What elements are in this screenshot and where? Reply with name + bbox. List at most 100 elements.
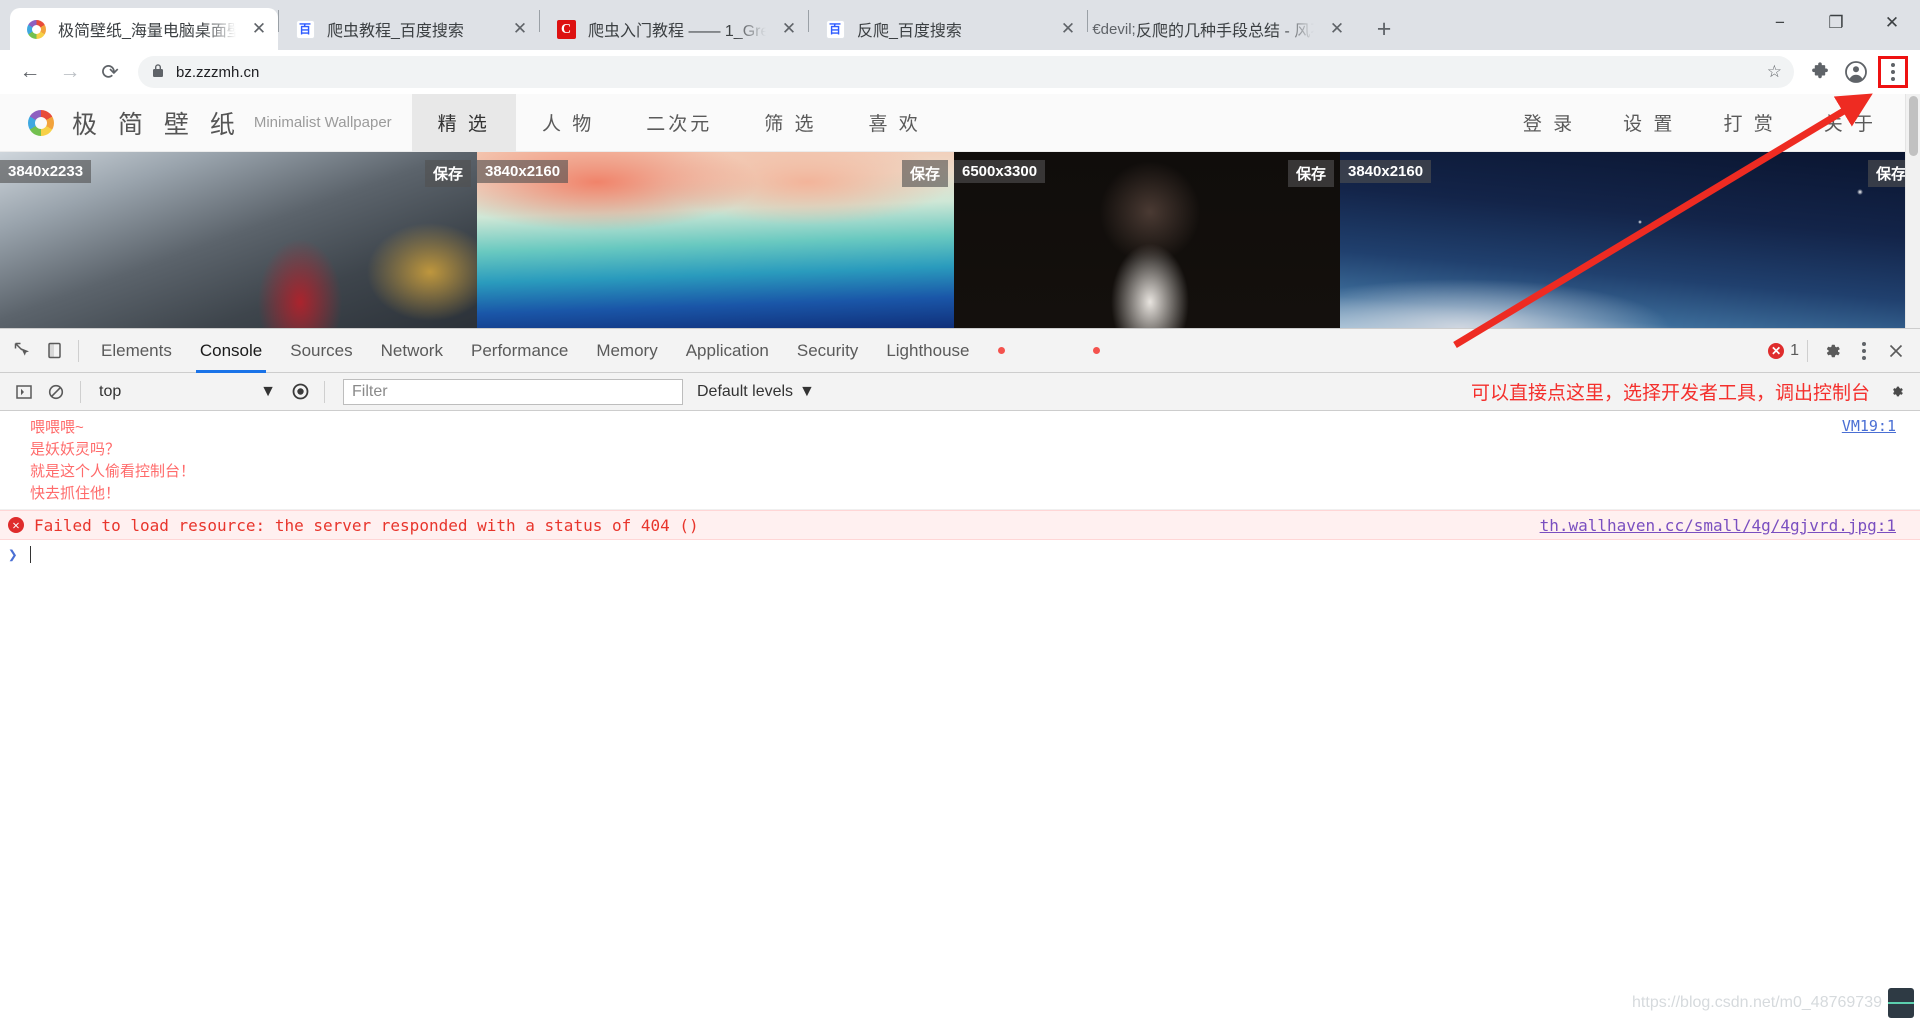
gear-icon[interactable] bbox=[1816, 335, 1848, 367]
back-button[interactable]: ← bbox=[10, 52, 50, 92]
wallpaper-grid: 3840x2233 保存 3840x2160 保存 6500x3300 保存 3… bbox=[0, 152, 1920, 328]
clear-console-icon[interactable] bbox=[40, 376, 72, 408]
watermark-badge-icon bbox=[1888, 988, 1915, 1018]
browser-tab[interactable]: 极简壁纸_海量电脑桌面壁纸 ✕ bbox=[10, 8, 278, 50]
tab-notification-dot bbox=[997, 347, 1005, 354]
more-panels-dot[interactable] bbox=[1092, 347, 1100, 354]
devtools-tab-lighthouse[interactable]: Lighthouse bbox=[872, 329, 983, 373]
console-filter-input[interactable]: Filter bbox=[343, 378, 683, 405]
site-menu-item-donate[interactable]: 打 赏 bbox=[1699, 94, 1799, 152]
devtools-close-button[interactable] bbox=[1880, 335, 1912, 367]
site-menu-item-login[interactable]: 登 录 bbox=[1499, 94, 1599, 152]
site-title: 极 简 壁 纸 bbox=[72, 110, 242, 139]
console-input-prompt[interactable]: ❯ bbox=[0, 540, 1920, 568]
site-menu-item-anime[interactable]: 二次元 bbox=[620, 94, 738, 152]
save-button[interactable]: 保存 bbox=[901, 160, 948, 187]
inspect-element-icon[interactable] bbox=[6, 335, 38, 367]
new-tab-button[interactable]: + bbox=[1366, 11, 1402, 47]
save-button[interactable]: 保存 bbox=[424, 160, 471, 187]
divider bbox=[1807, 339, 1808, 362]
wallpaper-thumbnail[interactable]: 3840x2233 保存 bbox=[0, 152, 477, 328]
site-menu-item-likes[interactable]: 喜 欢 bbox=[843, 94, 947, 152]
watermark-text: https://blog.csdn.net/m0_48769739 bbox=[1632, 994, 1882, 1011]
wallpaper-thumbnail[interactable]: 3840x2160 保存 bbox=[477, 152, 954, 328]
wallpaper-thumbnail[interactable]: 3840x2160 保存 bbox=[1340, 152, 1920, 328]
window-minimize-button[interactable]: − bbox=[1752, 0, 1808, 46]
site-logo-icon bbox=[28, 109, 54, 136]
device-toolbar-icon[interactable] bbox=[38, 335, 70, 367]
site-menu-item-about[interactable]: 关 于 bbox=[1800, 94, 1900, 152]
devtools-panel: Elements Console Sources Network Perform… bbox=[0, 328, 1920, 1020]
devtools-tab-memory[interactable]: Memory bbox=[582, 329, 671, 373]
site-menu-item-settings[interactable]: 设 置 bbox=[1599, 94, 1699, 152]
console-source-link[interactable]: VM19:1 bbox=[1842, 417, 1896, 435]
devtools-tab-bar: Elements Console Sources Network Perform… bbox=[0, 329, 1920, 373]
profile-avatar-icon[interactable] bbox=[1838, 54, 1874, 90]
log-level-value: Default levels bbox=[697, 382, 794, 400]
devtools-tab-bar-actions: ✕ 1 bbox=[1768, 335, 1920, 367]
devtools-tab-performance[interactable]: Performance bbox=[457, 329, 582, 373]
browser-tab[interactable]: 百 爬虫教程_百度搜索 ✕ bbox=[279, 8, 539, 50]
console-log-line: 就是这个人偷看控制台！ bbox=[30, 463, 196, 480]
console-error-text: Failed to load resource: the server resp… bbox=[34, 515, 699, 535]
reload-button[interactable]: ⟳ bbox=[90, 52, 130, 92]
tab-close-button[interactable]: ✕ bbox=[1055, 16, 1081, 42]
site-menu-item-people[interactable]: 人 物 bbox=[516, 94, 620, 152]
gear-icon[interactable] bbox=[1880, 376, 1912, 408]
page-scrollbar[interactable] bbox=[1905, 94, 1920, 328]
address-bar[interactable]: bz.zzzmh.cn ☆ bbox=[138, 56, 1794, 88]
divider bbox=[80, 380, 81, 403]
console-context-selector[interactable]: top ▼ bbox=[89, 379, 284, 405]
live-expression-icon[interactable] bbox=[284, 376, 316, 408]
chevron-down-icon: ▼ bbox=[799, 382, 815, 400]
prompt-chevron-icon: ❯ bbox=[8, 544, 18, 564]
browser-tab[interactable]: €devil; 反爬的几种手段总结 - 风不 ✕ bbox=[1088, 8, 1356, 50]
console-output[interactable]: 喂喂喂~ 是妖妖灵吗？ 就是这个人偷看控制台！ 快去抓住他！ VM19:1 ✕ … bbox=[0, 411, 1920, 1020]
save-button[interactable]: 保存 bbox=[1287, 160, 1334, 187]
generic-page-icon: €devil; bbox=[1092, 20, 1136, 38]
bookmark-star-icon[interactable]: ☆ bbox=[1767, 62, 1782, 82]
devtools-tab-sources[interactable]: Sources bbox=[276, 329, 366, 373]
tab-title: 反爬的几种手段总结 - 风不 bbox=[1136, 23, 1314, 40]
site-logo[interactable]: 极 简 壁 纸 Minimalist Wallpaper bbox=[0, 105, 392, 141]
tab-close-button[interactable]: ✕ bbox=[776, 16, 802, 42]
resolution-badge: 3840x2160 bbox=[1340, 160, 1432, 183]
site-subtitle: Minimalist Wallpaper bbox=[253, 114, 392, 131]
devtools-tab-console[interactable]: Console bbox=[186, 329, 276, 373]
browser-tab[interactable]: 百 反爬_百度搜索 ✕ bbox=[809, 8, 1087, 50]
resolution-badge: 6500x3300 bbox=[954, 160, 1046, 183]
site-menu-item-filter[interactable]: 筛 选 bbox=[738, 94, 842, 152]
tab-title: 反爬_百度搜索 bbox=[857, 23, 962, 40]
console-sidebar-icon[interactable] bbox=[8, 376, 40, 408]
tab-title: 极简壁纸_海量电脑桌面壁纸 bbox=[58, 23, 236, 40]
devtools-tab-security[interactable]: Security bbox=[783, 329, 872, 373]
window-close-button[interactable]: ✕ bbox=[1864, 0, 1920, 46]
forward-button[interactable]: → bbox=[50, 52, 90, 92]
tab-close-button[interactable]: ✕ bbox=[507, 16, 533, 42]
console-log-message[interactable]: 喂喂喂~ 是妖妖灵吗？ 就是这个人偷看控制台！ 快去抓住他！ VM19:1 bbox=[0, 411, 1920, 510]
browser-menu-button[interactable] bbox=[1878, 56, 1908, 88]
browser-tab[interactable]: C 爬虫入门教程 —— 1_Great ✕ bbox=[540, 8, 808, 50]
console-log-line: 快去抓住他！ bbox=[30, 485, 121, 502]
site-menu-item-featured[interactable]: 精 选 bbox=[411, 94, 516, 152]
devtools-tab-application[interactable]: Application bbox=[672, 329, 783, 373]
console-error-source-link[interactable]: th.wallhaven.cc/small/4g/4gjvrd.jpg:1 bbox=[1540, 516, 1896, 535]
error-count-badge[interactable]: ✕ 1 bbox=[1768, 342, 1799, 360]
console-log-line: 是妖妖灵吗？ bbox=[30, 441, 121, 458]
tab-close-button[interactable]: ✕ bbox=[246, 16, 272, 42]
page-scrollbar-thumb[interactable] bbox=[1909, 96, 1918, 156]
extensions-icon[interactable] bbox=[1802, 54, 1838, 90]
window-maximize-button[interactable]: ❐ bbox=[1808, 0, 1864, 46]
console-error-message[interactable]: ✕ Failed to load resource: the server re… bbox=[0, 510, 1920, 540]
devtools-tab-network[interactable]: Network bbox=[367, 329, 457, 373]
tab-close-button[interactable]: ✕ bbox=[1324, 16, 1350, 42]
address-bar-url: bz.zzzmh.cn bbox=[176, 63, 260, 81]
console-log-level-selector[interactable]: Default levels ▼ bbox=[697, 383, 815, 401]
devtools-more-button[interactable] bbox=[1848, 335, 1880, 367]
kebab-menu-icon bbox=[1891, 63, 1895, 81]
site-navigation-bar: 极 简 壁 纸 Minimalist Wallpaper 精 选 人 物 二次元… bbox=[0, 94, 1920, 152]
baidu-icon: 百 bbox=[295, 19, 315, 39]
devtools-tab-elements[interactable]: Elements bbox=[87, 329, 186, 373]
wallpaper-thumbnail[interactable]: 6500x3300 保存 bbox=[954, 152, 1340, 328]
divider bbox=[324, 380, 325, 403]
